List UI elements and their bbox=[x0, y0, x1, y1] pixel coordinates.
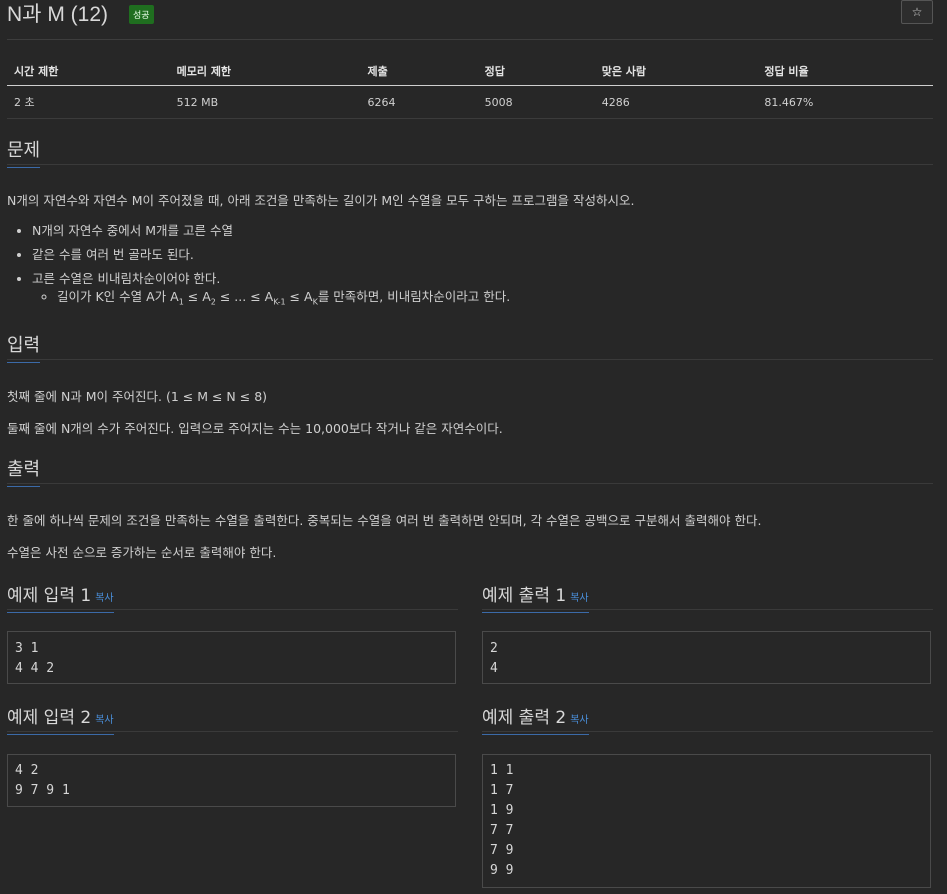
problem-description: N개의 자연수와 자연수 M이 주어졌을 때, 아래 조건을 만족하는 길이가 … bbox=[7, 193, 635, 208]
sample-line: 4 bbox=[490, 661, 498, 676]
section-output: 출력 bbox=[7, 455, 933, 487]
sample-line: 3 1 bbox=[15, 641, 39, 656]
section-problem-heading: 문제 bbox=[7, 136, 41, 168]
star-icon: ☆ bbox=[911, 5, 923, 19]
value-solved-users: 4286 bbox=[594, 85, 758, 119]
sample-input-2-title: 예제 입력 2 bbox=[7, 708, 92, 728]
input-line-1: 첫째 줄에 N과 M이 주어진다. (1 ≤ M ≤ N ≤ 8) bbox=[7, 389, 268, 404]
star-button[interactable]: ☆ bbox=[901, 0, 933, 24]
value-accepted: 5008 bbox=[477, 85, 595, 119]
sample-line: 9 7 9 1 bbox=[15, 783, 70, 798]
sample-line: 1 1 bbox=[490, 763, 514, 778]
section-input: 입력 bbox=[7, 331, 933, 363]
value-accept-ratio: 81.467% bbox=[757, 85, 933, 119]
sample-output-1-box[interactable]: 2 4 bbox=[482, 631, 931, 684]
value-memory-limit: 512 MB bbox=[169, 85, 361, 119]
sample-output-1-header: 예제 출력 1 복사 bbox=[482, 581, 933, 613]
sample-input-1-header: 예제 입력 1 복사 bbox=[7, 581, 458, 613]
condition-item: N개의 자연수 중에서 M개를 고른 수열 bbox=[32, 222, 510, 246]
condition-list: N개의 자연수 중에서 M개를 고른 수열 같은 수를 여러 번 골라도 된다.… bbox=[7, 222, 510, 307]
sample-line: 1 7 bbox=[490, 783, 514, 798]
header-time-limit: 시간 제한 bbox=[7, 58, 170, 86]
sample-output-2-box[interactable]: 1 1 1 7 1 9 7 7 7 9 9 9 bbox=[482, 754, 931, 888]
sample-output-1-title: 예제 출력 1 bbox=[482, 586, 567, 606]
sample-input-2-header: 예제 입력 2 복사 bbox=[7, 703, 458, 735]
info-header-row: 시간 제한 메모리 제한 제출 정답 맞은 사람 정답 비율 bbox=[7, 58, 933, 86]
header-solved-users: 맞은 사람 bbox=[594, 58, 758, 86]
condition-item-label: 고른 수열은 비내림차순이어야 한다. bbox=[32, 271, 221, 286]
sample-input-1-box[interactable]: 3 1 4 4 2 bbox=[7, 631, 456, 684]
header-submissions: 제출 bbox=[360, 58, 478, 86]
sample-line: 4 4 2 bbox=[15, 661, 55, 676]
condition-sublist: 길이가 K인 수열 A가 A1 ≤ A2 ≤ ... ≤ AK-1 ≤ AK를 … bbox=[32, 288, 510, 312]
sample-line: 4 2 bbox=[15, 763, 39, 778]
sample-line: 2 bbox=[490, 641, 498, 656]
header-memory-limit: 메모리 제한 bbox=[169, 58, 361, 86]
value-submissions: 6264 bbox=[360, 85, 478, 119]
title-row: N과 M (12) 성공 ☆ bbox=[7, 0, 933, 38]
title-divider bbox=[7, 39, 933, 40]
copy-button[interactable]: 복사 bbox=[570, 593, 588, 604]
sample-line: 7 7 bbox=[490, 823, 514, 838]
sample-input-1-title: 예제 입력 1 bbox=[7, 586, 92, 606]
condition-item: 같은 수를 여러 번 골라도 된다. bbox=[32, 246, 510, 270]
info-value-row: 2 초 512 MB 6264 5008 4286 81.467% bbox=[7, 85, 933, 119]
problem-title: N과 M (12) bbox=[7, 3, 108, 26]
header-accept-ratio: 정답 비율 bbox=[757, 58, 933, 86]
output-line-2: 수열은 사전 순으로 증가하는 순서로 출력해야 한다. bbox=[7, 545, 277, 560]
header-accepted: 정답 bbox=[477, 58, 595, 86]
value-time-limit: 2 초 bbox=[7, 85, 170, 119]
output-line-1: 한 줄에 하나씩 문제의 조건을 만족하는 수열을 출력한다. 중복되는 수열을… bbox=[7, 513, 762, 528]
status-badge: 성공 bbox=[129, 5, 154, 24]
sample-line: 9 9 bbox=[490, 863, 514, 878]
section-problem: 문제 bbox=[7, 136, 933, 168]
section-output-heading: 출력 bbox=[7, 455, 41, 487]
sample-output-2-title: 예제 출력 2 bbox=[482, 708, 567, 728]
condition-item: 고른 수열은 비내림차순이어야 한다. 길이가 K인 수열 A가 A1 ≤ A2… bbox=[32, 270, 510, 307]
sample-line: 7 9 bbox=[490, 843, 514, 858]
problem-info-table: 시간 제한 메모리 제한 제출 정답 맞은 사람 정답 비율 2 초 512 M… bbox=[7, 58, 933, 119]
input-line-2: 둘째 줄에 N개의 수가 주어진다. 입력으로 주어지는 수는 10,000보다… bbox=[7, 421, 503, 436]
copy-button[interactable]: 복사 bbox=[95, 593, 113, 604]
sample-line: 1 9 bbox=[490, 803, 514, 818]
copy-button[interactable]: 복사 bbox=[570, 715, 588, 726]
section-input-heading: 입력 bbox=[7, 331, 41, 363]
sample-output-2-header: 예제 출력 2 복사 bbox=[482, 703, 933, 735]
copy-button[interactable]: 복사 bbox=[95, 715, 113, 726]
sample-input-2-box[interactable]: 4 2 9 7 9 1 bbox=[7, 754, 456, 807]
condition-subitem: 길이가 K인 수열 A가 A1 ≤ A2 ≤ ... ≤ AK-1 ≤ AK를 … bbox=[57, 288, 510, 312]
